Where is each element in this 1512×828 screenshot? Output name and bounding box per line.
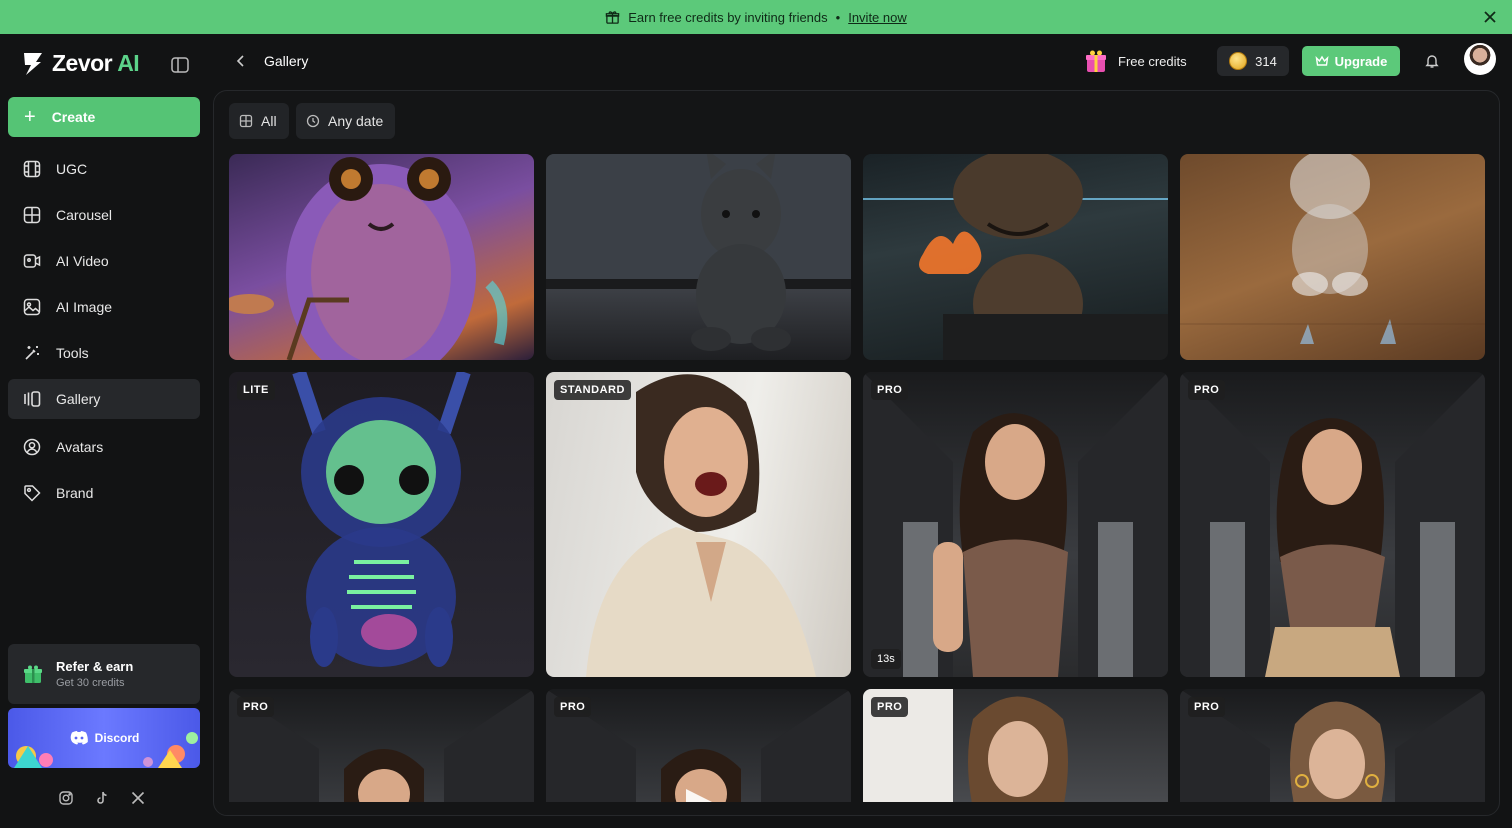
gallery-item[interactable]: PRO bbox=[546, 689, 851, 802]
sidebar-item-avatars[interactable]: Avatars bbox=[8, 427, 200, 467]
bell-icon[interactable] bbox=[1424, 53, 1440, 69]
gift-box-icon bbox=[1086, 50, 1106, 72]
page-title: Gallery bbox=[264, 53, 309, 69]
sidebar-item-carousel[interactable]: Carousel bbox=[8, 195, 200, 235]
top-bar: Gallery Free credits 314 Upgrade bbox=[212, 34, 1512, 90]
glass-figurine-thumbnail bbox=[1180, 154, 1485, 344]
quality-badge: PRO bbox=[1188, 380, 1226, 400]
quality-badge: LITE bbox=[237, 380, 275, 400]
x-twitter-icon[interactable] bbox=[130, 790, 146, 806]
gift-icon bbox=[605, 10, 620, 25]
back-chevron-icon[interactable] bbox=[234, 54, 248, 68]
woman-hallway-thumbnail bbox=[1180, 372, 1485, 677]
quality-badge: STANDARD bbox=[554, 380, 631, 400]
upgrade-button[interactable]: Upgrade bbox=[1302, 46, 1400, 76]
clock-icon bbox=[306, 114, 320, 128]
create-button[interactable]: + Create bbox=[8, 97, 200, 137]
filter-date-button[interactable]: Any date bbox=[296, 103, 396, 139]
crown-icon bbox=[1315, 55, 1329, 66]
dark-plush-bunny-thumbnail bbox=[546, 154, 851, 351]
tiktok-icon[interactable] bbox=[94, 790, 110, 806]
gallery-item[interactable]: PRO bbox=[1180, 689, 1485, 802]
gallery-grid: LITE STANDARD PRO 13s PRO PRO PRO PRO PR… bbox=[229, 154, 1489, 802]
user-avatar[interactable] bbox=[1464, 43, 1496, 75]
gallery-item[interactable] bbox=[863, 154, 1168, 360]
woman-hallway-video-thumbnail bbox=[863, 372, 1168, 677]
brand-name: Zevor AI bbox=[52, 50, 140, 76]
free-credits-button[interactable]: Free credits bbox=[1084, 48, 1187, 74]
video-duration: 13s bbox=[871, 649, 901, 669]
refer-subtitle: Get 30 credits bbox=[56, 677, 125, 689]
plus-icon: + bbox=[24, 106, 36, 128]
sidebar-toggle-icon[interactable] bbox=[170, 56, 190, 74]
gallery-item[interactable]: STANDARD bbox=[546, 372, 851, 677]
instagram-icon[interactable] bbox=[58, 790, 74, 806]
logo[interactable]: Zevor AI bbox=[22, 50, 140, 77]
refer-earn-card[interactable]: Refer & earn Get 30 credits bbox=[8, 644, 200, 704]
gallery-item[interactable] bbox=[1180, 154, 1485, 360]
invite-now-link[interactable]: Invite now bbox=[848, 10, 907, 25]
quality-badge: PRO bbox=[871, 697, 909, 717]
social-links bbox=[58, 790, 146, 806]
grid-icon bbox=[22, 205, 42, 225]
image-icon bbox=[22, 297, 42, 317]
coin-icon bbox=[1229, 52, 1248, 70]
quality-badge: PRO bbox=[554, 697, 592, 717]
sidebar-item-tools[interactable]: Tools bbox=[8, 333, 200, 373]
user-circle-icon bbox=[22, 437, 42, 457]
video-icon bbox=[22, 251, 42, 271]
discord-icon bbox=[70, 731, 88, 745]
magic-wand-icon bbox=[22, 343, 42, 363]
zevor-logo-icon bbox=[24, 52, 42, 75]
sidebar-item-ai-image[interactable]: AI Image bbox=[8, 287, 200, 327]
gallery-icon bbox=[22, 389, 42, 409]
gallery-item[interactable]: LITE bbox=[229, 372, 534, 677]
sidebar-item-ugc[interactable]: UGC bbox=[8, 149, 200, 189]
promo-banner: Earn free credits by inviting friends • … bbox=[0, 0, 1512, 34]
quality-badge: PRO bbox=[237, 697, 275, 717]
discord-banner[interactable]: Discord bbox=[8, 708, 200, 768]
discord-label: Discord bbox=[94, 731, 140, 745]
sidebar-item-gallery[interactable]: Gallery bbox=[8, 379, 200, 419]
laughing-woman-thumbnail bbox=[586, 374, 816, 677]
curly-hair-woman-thumbnail bbox=[1180, 689, 1485, 802]
xray-creature-thumbnail bbox=[292, 372, 471, 667]
close-banner-icon[interactable] bbox=[1482, 9, 1498, 25]
gallery-item[interactable]: PRO bbox=[863, 689, 1168, 802]
grid-icon bbox=[239, 114, 253, 128]
quality-badge: PRO bbox=[871, 380, 909, 400]
sidebar-item-ai-video[interactable]: AI Video bbox=[8, 241, 200, 281]
woman-video-thumbnail bbox=[229, 689, 534, 802]
gallery-item[interactable]: PRO 13s bbox=[863, 372, 1168, 677]
credits-balance[interactable]: 314 bbox=[1217, 46, 1289, 76]
filter-type-button[interactable]: All bbox=[229, 103, 289, 139]
banner-separator: • bbox=[835, 9, 841, 25]
sidebar-item-brand[interactable]: Brand bbox=[8, 473, 200, 513]
purple-creature-thumbnail bbox=[229, 157, 508, 360]
gallery-panel: All Any date LITE STANDARD PRO 13s PRO P… bbox=[213, 90, 1500, 816]
banner-text: Earn free credits by inviting friends bbox=[628, 9, 828, 25]
quality-badge: PRO bbox=[1188, 697, 1226, 717]
gift-box-icon bbox=[24, 665, 42, 683]
woman-video-thumbnail bbox=[546, 689, 851, 802]
gallery-item[interactable] bbox=[229, 154, 534, 360]
gallery-item[interactable] bbox=[546, 154, 851, 360]
teddy-fire-thumbnail bbox=[863, 154, 1168, 360]
sidebar: Zevor AI + Create UGC Carousel AI Video … bbox=[0, 34, 212, 828]
gallery-item[interactable]: PRO bbox=[1180, 372, 1485, 677]
film-icon bbox=[22, 159, 42, 179]
tag-icon bbox=[22, 483, 42, 503]
curly-hair-woman-thumbnail bbox=[863, 689, 1068, 802]
refer-title: Refer & earn bbox=[56, 659, 134, 674]
gallery-item[interactable]: PRO bbox=[229, 689, 534, 802]
